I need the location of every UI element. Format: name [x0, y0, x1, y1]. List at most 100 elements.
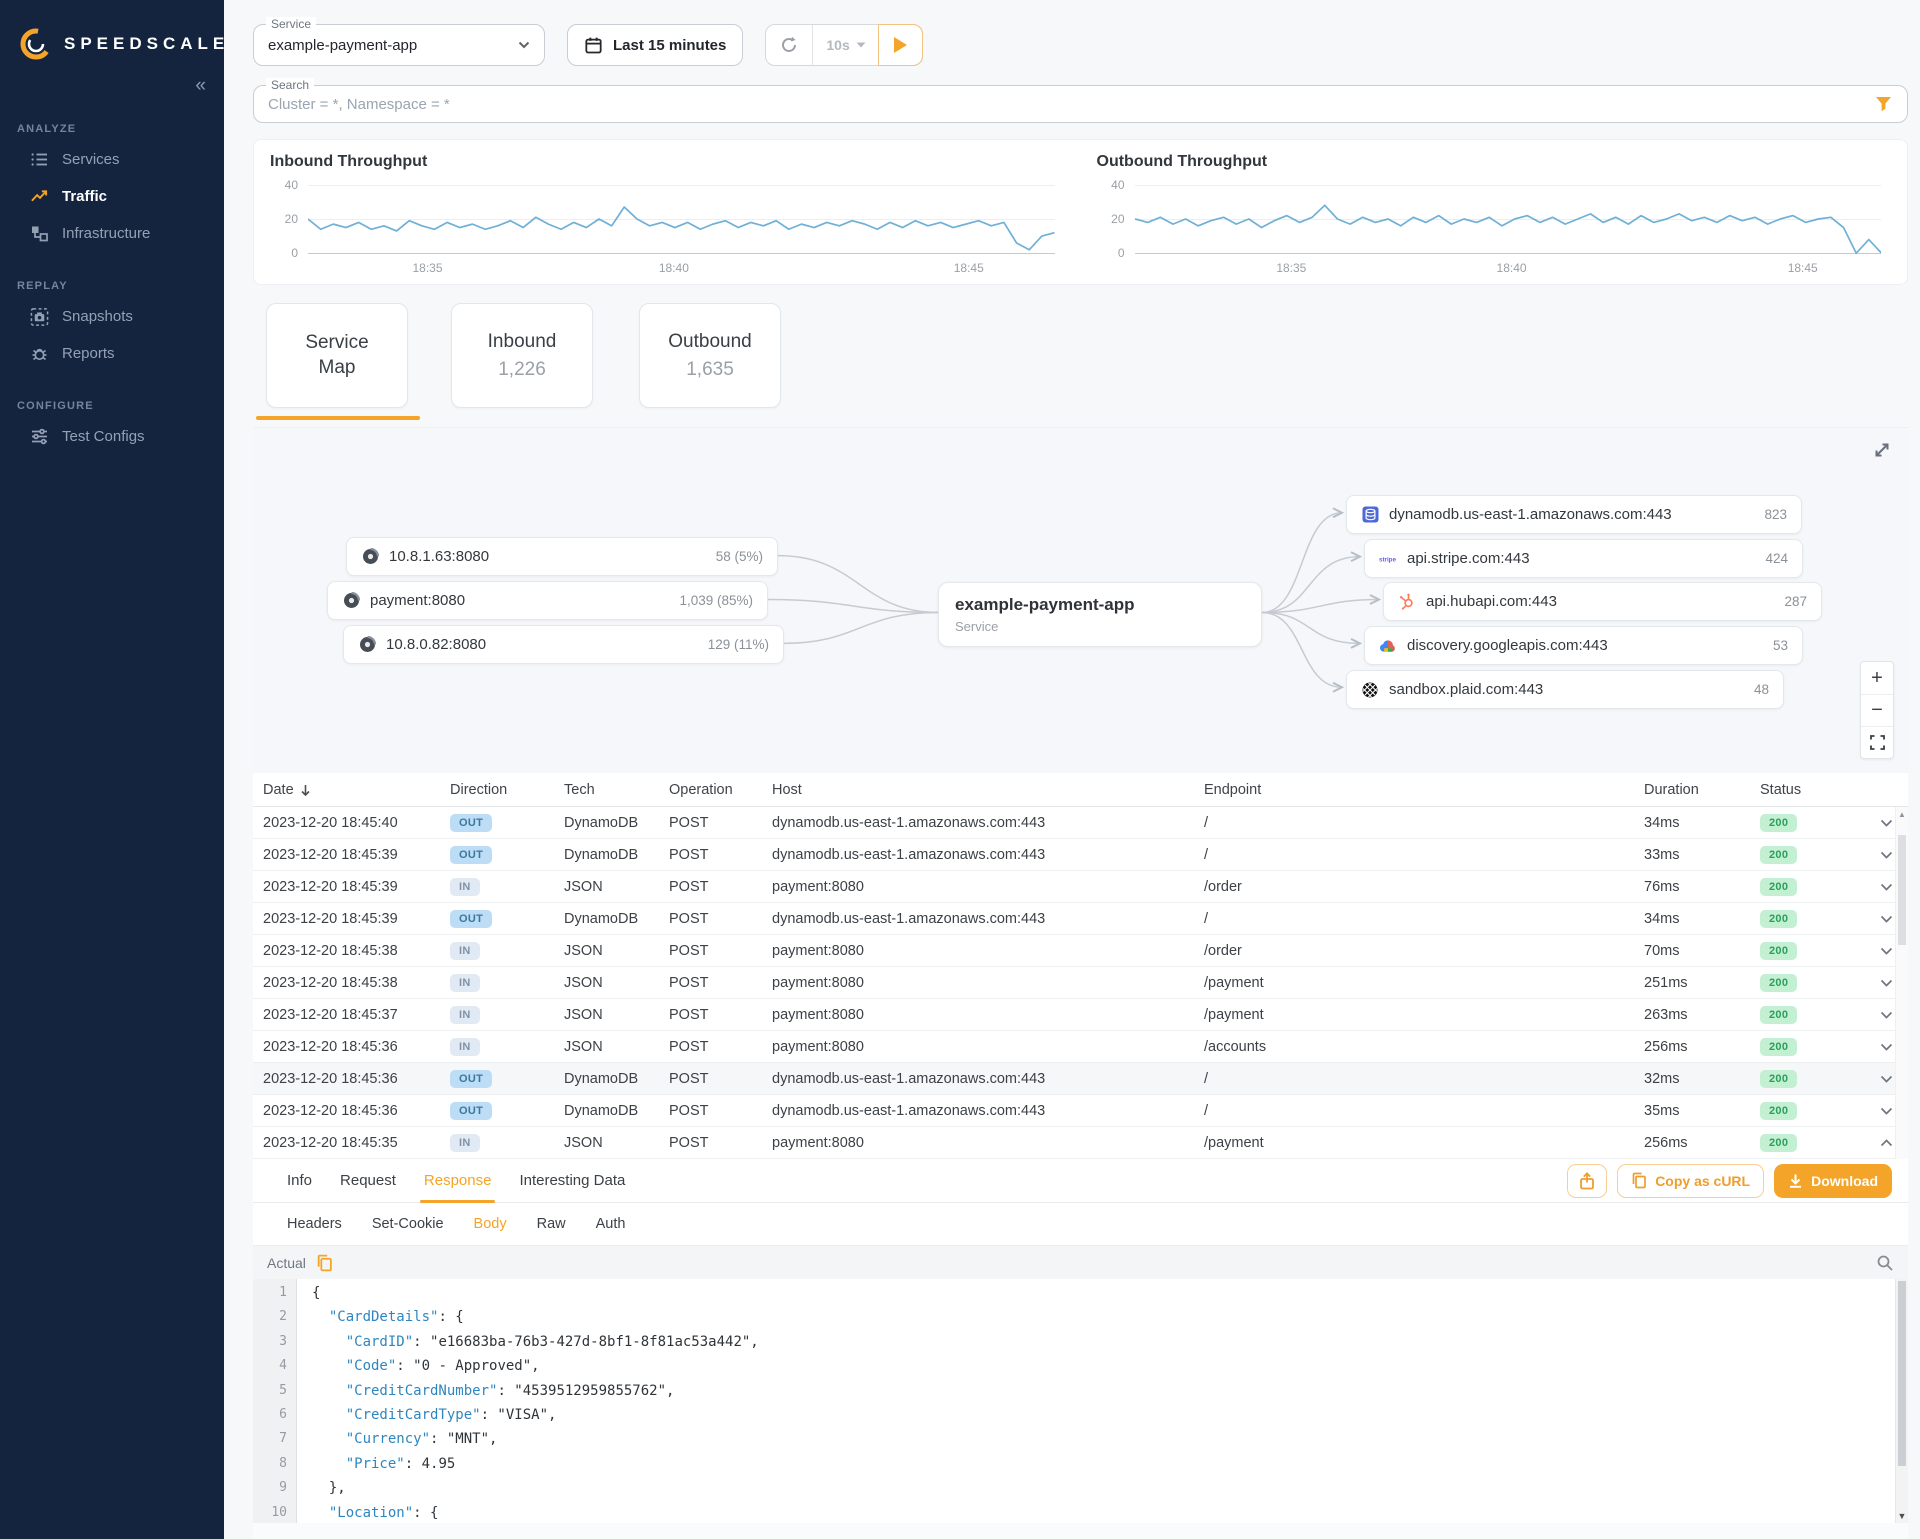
table-scrollbar[interactable]: ▲ — [1895, 807, 1908, 1159]
subtab-headers[interactable]: Headers — [273, 1216, 356, 1232]
chevron-down-icon[interactable] — [1866, 1075, 1893, 1083]
search-input[interactable] — [268, 96, 1874, 113]
refresh-interval-value: 10s — [826, 37, 849, 53]
search-body-icon[interactable] — [1876, 1254, 1894, 1272]
detail-tab-request[interactable]: Request — [326, 1159, 410, 1202]
cell-host: payment:8080 — [772, 943, 1204, 959]
cell-duration: 34ms — [1644, 815, 1760, 831]
column-header-date[interactable]: Date — [263, 782, 450, 798]
copy-as-curl-label: Copy as cURL — [1655, 1173, 1750, 1189]
sidebar: SPEEDSCALE « ANALYZEServicesTrafficInfra… — [0, 0, 224, 1539]
map-node-count: 424 — [1765, 551, 1788, 566]
chevron-down-icon[interactable] — [1866, 1011, 1893, 1019]
map-node-destination[interactable]: discovery.googleapis.com:44353 — [1364, 626, 1803, 665]
body-view-bar: Actual — [253, 1245, 1908, 1279]
subtab-auth[interactable]: Auth — [582, 1216, 640, 1232]
subtab-body[interactable]: Body — [460, 1216, 521, 1232]
map-node-center-service[interactable]: example-payment-appService — [938, 582, 1262, 647]
direction-badge: OUT — [450, 814, 492, 832]
zoom-out-button[interactable]: − — [1861, 694, 1893, 726]
view-tab-count: 1,635 — [686, 359, 734, 381]
sidebar-item-infrastructure[interactable]: Infrastructure — [0, 215, 224, 252]
sidebar-item-traffic[interactable]: Traffic — [0, 178, 224, 215]
chevron-down-icon[interactable] — [1866, 915, 1893, 923]
view-tab-inbound[interactable]: Inbound1,226 — [451, 303, 593, 408]
table-row[interactable]: 2023-12-20 18:45:35INJSONPOSTpayment:808… — [253, 1127, 1908, 1159]
map-node-destination[interactable]: sandbox.plaid.com:44348 — [1346, 670, 1784, 709]
chevron-down-icon[interactable] — [1866, 1107, 1893, 1115]
code-scrollbar-thumb[interactable] — [1898, 1281, 1906, 1466]
chevron-up-icon[interactable] — [1866, 1139, 1893, 1147]
table-row[interactable]: 2023-12-20 18:45:38INJSONPOSTpayment:808… — [253, 935, 1908, 967]
sidebar-collapse-icon[interactable]: « — [0, 62, 224, 95]
map-node-source[interactable]: 10.8.0.82:8080129 (11%) — [343, 625, 784, 664]
line-number: 1 — [253, 1281, 287, 1305]
chevron-down-icon[interactable] — [1866, 947, 1893, 955]
map-node-destination[interactable]: dynamodb.us-east-1.amazonaws.com:443823 — [1346, 495, 1802, 534]
table-row[interactable]: 2023-12-20 18:45:39OUTDynamoDBPOSTdynamo… — [253, 839, 1908, 871]
download-button[interactable]: Download — [1774, 1164, 1892, 1198]
table-scrollbar-thumb[interactable] — [1898, 835, 1906, 945]
table-row[interactable]: 2023-12-20 18:45:39INJSONPOSTpayment:808… — [253, 871, 1908, 903]
subtab-raw[interactable]: Raw — [523, 1216, 580, 1232]
code-scrollbar[interactable]: ▼ — [1895, 1279, 1908, 1523]
chevron-down-icon[interactable] — [1866, 851, 1893, 859]
map-node-name: sandbox.plaid.com:443 — [1389, 681, 1543, 698]
scroll-up-icon[interactable]: ▲ — [1896, 807, 1908, 819]
body-view-label: Actual — [267, 1255, 306, 1271]
sidebar-item-reports[interactable]: Reports — [0, 335, 224, 372]
cell-duration: 256ms — [1644, 1135, 1760, 1151]
map-node-source[interactable]: 10.8.1.63:808058 (5%) — [346, 537, 778, 576]
refresh-button[interactable] — [766, 25, 812, 65]
bottom-strip — [253, 1523, 1908, 1539]
map-node-destination[interactable]: stripeapi.stripe.com:443424 — [1364, 539, 1803, 578]
cell-date: 2023-12-20 18:45:39 — [263, 847, 450, 863]
table-row[interactable]: 2023-12-20 18:45:36OUTDynamoDBPOSTdynamo… — [253, 1095, 1908, 1127]
detail-tab-interesting-data[interactable]: Interesting Data — [505, 1159, 639, 1202]
table-row[interactable]: 2023-12-20 18:45:36OUTDynamoDBPOSTdynamo… — [253, 1063, 1908, 1095]
detail-tab-response[interactable]: Response — [410, 1159, 506, 1202]
sidebar-item-services[interactable]: Services — [0, 141, 224, 178]
share-button[interactable] — [1567, 1164, 1607, 1198]
table-row[interactable]: 2023-12-20 18:45:38INJSONPOSTpayment:808… — [253, 967, 1908, 999]
code-line: }, — [312, 1476, 1908, 1500]
table-row[interactable]: 2023-12-20 18:45:39OUTDynamoDBPOSTdynamo… — [253, 903, 1908, 935]
status-badge: 200 — [1760, 942, 1797, 960]
line-number: 4 — [253, 1354, 287, 1378]
map-node-source[interactable]: payment:80801,039 (85%) — [327, 581, 768, 620]
active-tab-indicator — [256, 416, 420, 420]
copy-body-icon[interactable] — [316, 1254, 333, 1272]
chevron-down-icon[interactable] — [1866, 883, 1893, 891]
table-row[interactable]: 2023-12-20 18:45:37INJSONPOSTpayment:808… — [253, 999, 1908, 1031]
view-tab-service-map[interactable]: ServiceMap — [266, 303, 408, 408]
cell-date: 2023-12-20 18:45:35 — [263, 1135, 450, 1151]
table-row[interactable]: 2023-12-20 18:45:40OUTDynamoDBPOSTdynamo… — [253, 807, 1908, 839]
view-tab-outbound[interactable]: Outbound1,635 — [639, 303, 781, 408]
code-content[interactable]: { "CardDetails": { "CardID": "e16683ba-7… — [297, 1279, 1908, 1523]
pod-icon — [358, 636, 376, 654]
chevron-down-icon[interactable] — [1866, 979, 1893, 987]
chevron-down-icon[interactable] — [1866, 819, 1893, 827]
scroll-down-icon[interactable]: ▼ — [1896, 1511, 1908, 1521]
map-expand-icon[interactable] — [1872, 440, 1892, 460]
copy-as-curl-button[interactable]: Copy as cURL — [1617, 1164, 1764, 1198]
detail-tab-list: InfoRequestResponseInteresting Data — [273, 1159, 639, 1202]
svg-text:stripe: stripe — [1379, 556, 1396, 563]
subtab-set-cookie[interactable]: Set-Cookie — [358, 1216, 458, 1232]
sidebar-item-test-configs[interactable]: Test Configs — [0, 418, 224, 455]
x-axis-tick: 18:35 — [1276, 261, 1306, 275]
sidebar-item-snapshots[interactable]: Snapshots — [0, 298, 224, 335]
detail-tab-info[interactable]: Info — [273, 1159, 326, 1202]
service-select[interactable]: Service example-payment-app — [253, 24, 545, 66]
refresh-interval-dropdown[interactable]: 10s — [812, 25, 878, 65]
filter-icon[interactable] — [1874, 95, 1893, 113]
zoom-in-button[interactable]: + — [1861, 662, 1893, 694]
table-row[interactable]: 2023-12-20 18:45:36INJSONPOSTpayment:808… — [253, 1031, 1908, 1063]
fit-view-button[interactable] — [1861, 726, 1893, 758]
chevron-down-icon[interactable] — [1866, 1043, 1893, 1051]
time-range-label: Last 15 minutes — [613, 37, 726, 54]
status-badge: 200 — [1760, 910, 1797, 928]
time-range-button[interactable]: Last 15 minutes — [567, 24, 743, 66]
play-button[interactable] — [878, 24, 923, 66]
map-node-destination[interactable]: api.hubapi.com:443287 — [1383, 582, 1822, 621]
